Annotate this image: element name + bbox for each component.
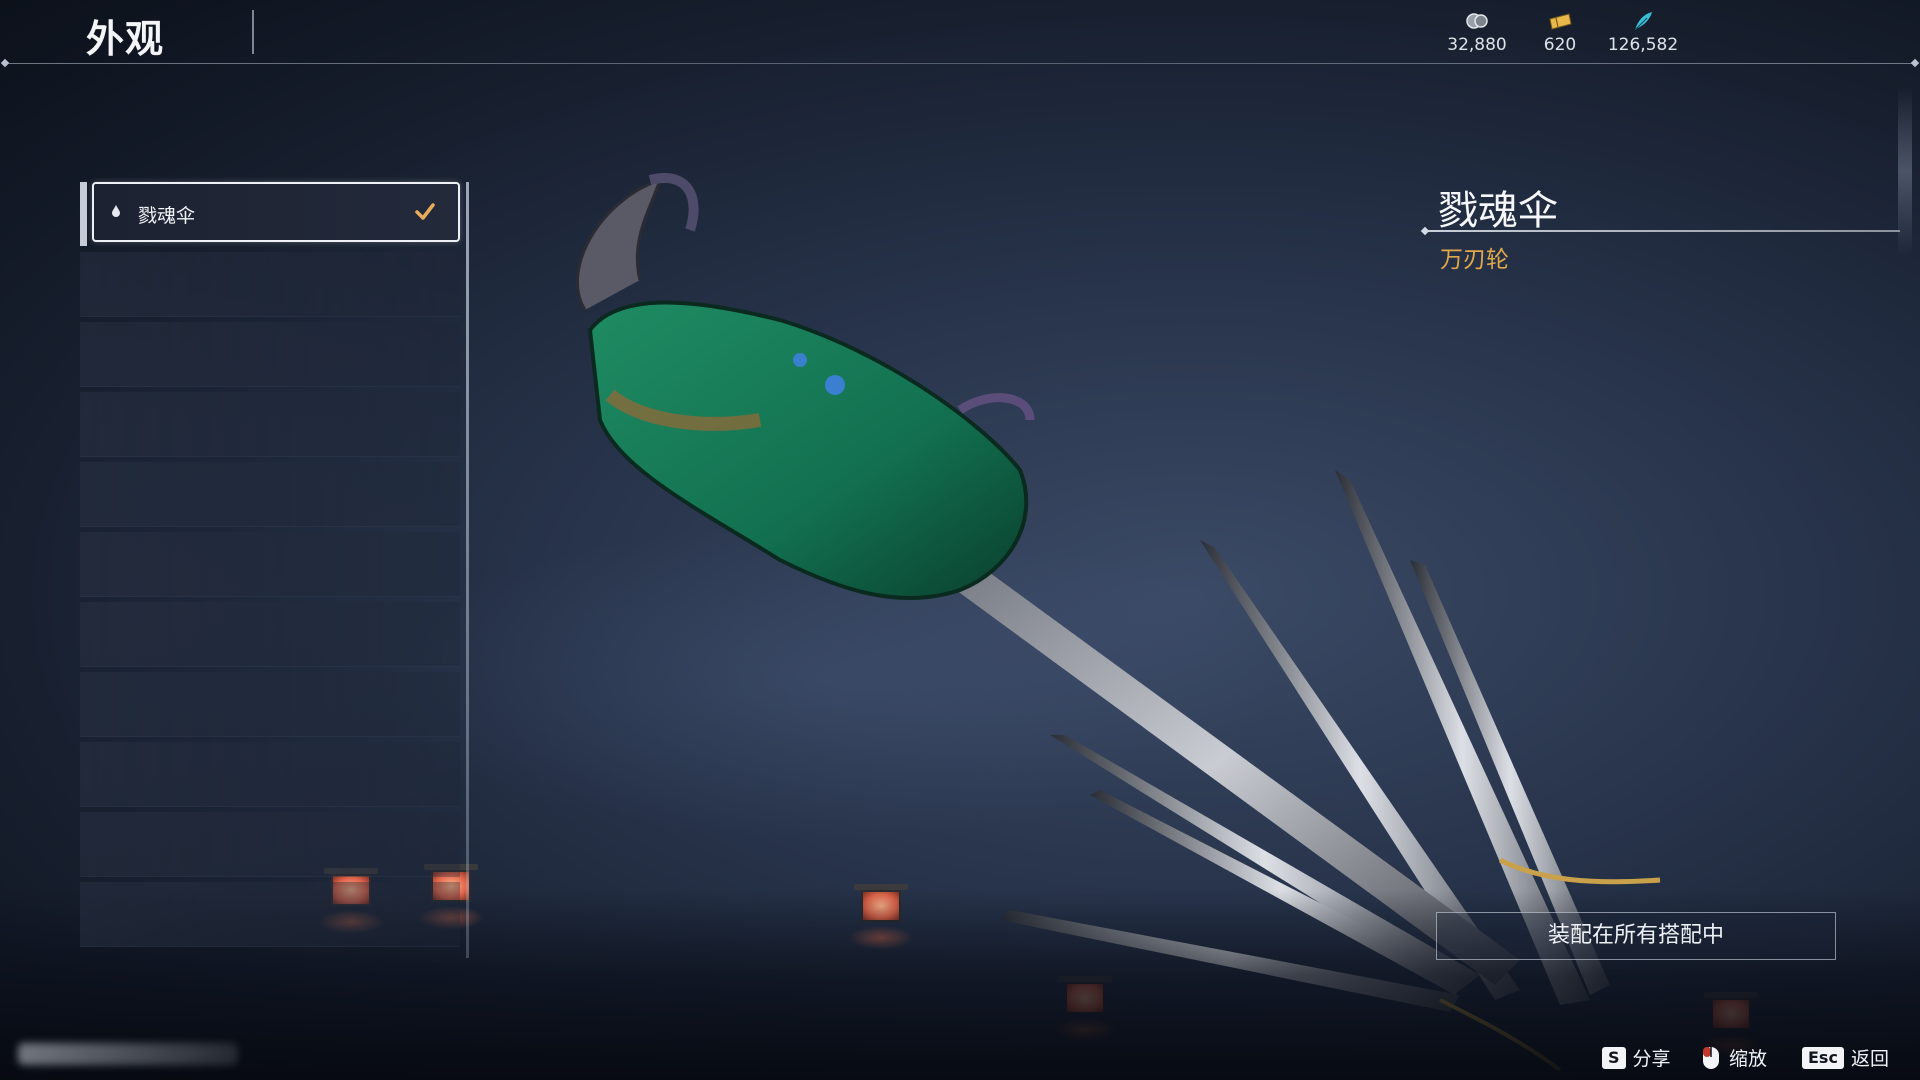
top-bar-divider: [6, 63, 1914, 64]
coin-icon: [1466, 13, 1488, 29]
right-scroll-decoration: [1898, 86, 1912, 256]
back-label: 返回: [1850, 1048, 1889, 1070]
list-slot: [80, 392, 460, 457]
zoom-label: 缩放: [1729, 1048, 1768, 1070]
skin-name-title: 戮魂伞: [1438, 188, 1558, 234]
blurred-player-info: [18, 1043, 238, 1065]
skin-list-panel: 戮魂伞: [80, 182, 470, 958]
currency-ticket-value: 620: [1543, 35, 1577, 55]
top-bar: 外观 32,880 620 126,582: [0, 0, 1920, 64]
weapon-category: 万刃轮: [1440, 247, 1509, 273]
list-slot: [80, 812, 460, 877]
list-slot: [80, 742, 460, 807]
esc-key: Esc: [1802, 1046, 1844, 1069]
mouse-icon: [1703, 1046, 1719, 1069]
skin-list-item-selected[interactable]: 戮魂伞: [92, 182, 460, 242]
drop-icon: [112, 205, 120, 217]
ticket-icon: [1549, 13, 1572, 30]
currency-feather-value: 126,582: [1607, 35, 1679, 55]
currency-ticket: 620: [1515, 10, 1605, 55]
equip-all-loadouts-button[interactable]: 装配在所有搭配中: [1436, 912, 1836, 960]
currency-feather: 126,582: [1598, 10, 1688, 55]
zoom-hint[interactable]: 缩放: [1700, 1044, 1767, 1071]
list-slot: [80, 672, 460, 737]
list-slot: [80, 882, 460, 947]
back-hint[interactable]: Esc 返回: [1802, 1044, 1889, 1071]
list-selection-rail: [80, 182, 87, 246]
skin-name-underline: [1426, 230, 1900, 232]
list-slot: [80, 462, 460, 527]
list-slot: [80, 602, 460, 667]
list-slot: [80, 252, 460, 317]
currency-coin: 32,880: [1432, 10, 1522, 55]
share-label: 分享: [1632, 1048, 1671, 1070]
list-scrollbar[interactable]: [466, 182, 469, 958]
skin-list-item-label: 戮魂伞: [138, 205, 196, 227]
share-hint[interactable]: S 分享: [1602, 1044, 1671, 1071]
share-key: S: [1602, 1046, 1626, 1069]
feather-icon: [1634, 12, 1652, 31]
currency-coin-value: 32,880: [1447, 35, 1507, 55]
list-slot: [80, 532, 460, 597]
check-icon: [415, 203, 435, 220]
page-title: 外观: [86, 17, 165, 61]
title-divider: [252, 10, 254, 54]
list-slot: [80, 322, 460, 387]
